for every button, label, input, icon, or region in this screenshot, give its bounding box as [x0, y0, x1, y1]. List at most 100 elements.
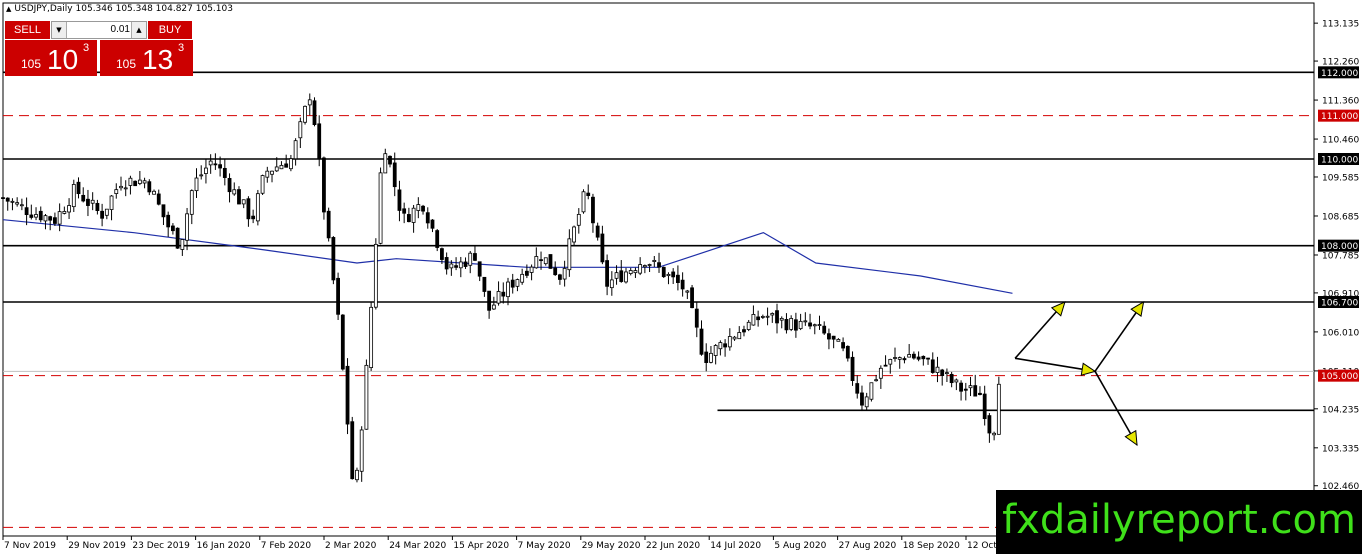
candle-body [5, 197, 10, 202]
y-tick-label: 111.360 [1322, 97, 1359, 107]
candle-body [534, 256, 539, 269]
candle-body [355, 469, 359, 481]
candle-body [543, 257, 548, 265]
candle-body [548, 254, 553, 269]
level-tag-label: 112.000 [1321, 69, 1358, 79]
candle-body [307, 99, 312, 106]
y-tick-label: 106.010 [1322, 328, 1359, 338]
candle-body [147, 181, 152, 193]
price-chart: 113.135 112.260 111.360 110.460 109.585 108.6… [1, 2, 1359, 551]
buy-button[interactable]: BUY [148, 21, 192, 39]
candle-body [883, 364, 888, 367]
level-tag-label: 110.000 [1321, 156, 1358, 166]
candle-body [430, 219, 435, 229]
x-tick-label: 2 Mar 2020 [325, 541, 377, 551]
candle-body [652, 259, 657, 262]
candle-body [10, 200, 15, 203]
candle [303, 105, 307, 125]
candle-body [930, 359, 935, 373]
candle-body [34, 214, 38, 218]
y-tick-label: 108.685 [1322, 212, 1359, 222]
x-tick-label: 23 Dec 2019 [132, 541, 190, 551]
candle-body [57, 211, 62, 225]
sell-price-box[interactable]: 105 10 3 [5, 40, 97, 76]
candle-body [189, 190, 194, 215]
candle-body [312, 100, 317, 126]
candle-body [855, 383, 860, 394]
candle-body [496, 291, 501, 304]
candle [340, 314, 345, 371]
candle-body [43, 215, 48, 222]
candle-body [109, 195, 114, 210]
candle-body [765, 315, 770, 318]
candle-body [845, 345, 850, 359]
candle-body [260, 175, 265, 194]
candle-body [860, 392, 864, 406]
candle-body [241, 199, 246, 205]
candle-body [808, 322, 812, 327]
candle-body [95, 202, 100, 212]
candle-body [265, 170, 270, 178]
candle-body [949, 373, 954, 384]
collapse-triangle-icon[interactable]: ▲ [6, 5, 11, 13]
y-tick-label: 112.260 [1322, 58, 1359, 68]
candle-body [864, 396, 869, 408]
lot-size-input[interactable]: 0.01 [68, 22, 130, 38]
candle-body [119, 185, 123, 189]
candle-body [690, 287, 694, 309]
candle-body [463, 261, 468, 267]
lot-decrease-icon[interactable]: ▼ [52, 22, 67, 38]
level-tag-label: 111.000 [1321, 112, 1358, 122]
candle-body [246, 198, 251, 220]
ohlc-values: 105.346 105.348 104.827 105.103 [75, 4, 233, 14]
candle-body [152, 190, 156, 195]
sell-price-big: 10 [47, 44, 79, 75]
candle-body [671, 271, 676, 278]
x-tick-label: 7 May 2020 [518, 541, 571, 551]
candle-body [288, 158, 293, 170]
candle-body [841, 342, 845, 349]
candle-body [567, 238, 572, 271]
candle-body [595, 225, 600, 238]
sell-price-small: 105 [21, 57, 42, 71]
candle-body [227, 178, 232, 193]
buy-price-big: 13 [142, 44, 174, 75]
x-tick-label: 22 Jun 2020 [646, 541, 700, 551]
candle-body [784, 318, 789, 331]
candle-body [624, 271, 628, 283]
candle-body [793, 319, 798, 331]
price-axis: 113.135 112.260 111.360 110.460 109.585 108.6… [1314, 20, 1359, 534]
lot-size-stepper[interactable]: ▼ 0.01 ▲ [51, 21, 147, 39]
x-tick-label: 18 Sep 2020 [903, 541, 960, 551]
y-tick-label: 107.785 [1322, 251, 1359, 261]
candle [331, 236, 336, 285]
candle [548, 254, 553, 269]
candle-body [411, 207, 416, 223]
candle [378, 167, 383, 245]
x-tick-label: 5 Aug 2020 [774, 541, 826, 551]
candle [175, 227, 180, 249]
candle-body [435, 230, 440, 248]
sell-button[interactable]: SELL [5, 21, 50, 39]
y-tick-label: 110.460 [1322, 136, 1359, 146]
x-tick-label: 7 Nov 2019 [4, 541, 56, 551]
candle-body [421, 205, 425, 212]
candle [364, 359, 369, 430]
candle-body [38, 210, 43, 221]
candle-body [836, 339, 841, 342]
candle-body [194, 177, 199, 192]
candle-body [888, 358, 893, 365]
candle-body [425, 212, 430, 224]
level-tag-label: 106.700 [1321, 299, 1358, 309]
candle [350, 416, 355, 480]
symbol-timeframe: USDJPY,Daily [14, 4, 73, 14]
candle-body [926, 357, 930, 360]
candle-body [770, 313, 775, 316]
candle-body [1, 197, 5, 200]
candle-body [916, 356, 921, 360]
candle-body [893, 357, 897, 359]
candle-body [237, 189, 241, 205]
lot-increase-icon[interactable]: ▲ [131, 22, 146, 38]
buy-price-box[interactable]: 105 13 3 [100, 40, 193, 76]
one-click-trade-panel: SELL ▼ 0.01 ▲ BUY 105 10 3 105 13 3 [5, 20, 193, 76]
